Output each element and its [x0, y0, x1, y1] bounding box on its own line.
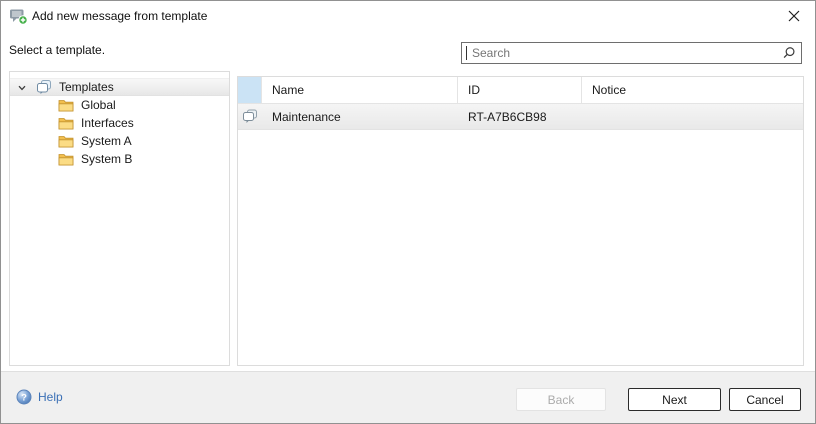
help-label: Help: [38, 390, 63, 404]
column-header-notice[interactable]: Notice: [582, 77, 803, 103]
search-box: [461, 42, 802, 64]
tree-item-label: Templates: [59, 80, 114, 94]
text-caret: [466, 46, 467, 60]
tree-item-label: Interfaces: [81, 116, 134, 130]
cancel-button[interactable]: Cancel: [729, 388, 801, 411]
row-icon-cell: [238, 104, 262, 129]
help-link[interactable]: ? Help: [16, 389, 63, 405]
dialog-title: Add new message from template: [32, 1, 207, 31]
tree-item-label: System B: [81, 152, 132, 166]
table-header: Name ID Notice: [238, 77, 803, 104]
folder-icon: [58, 99, 74, 112]
search-icon[interactable]: [782, 46, 796, 60]
tree-item-system-b[interactable]: System B: [10, 150, 229, 168]
tree-item-templates[interactable]: Templates: [10, 78, 229, 96]
close-icon: [787, 9, 801, 26]
tree-item-global[interactable]: Global: [10, 96, 229, 114]
templates-icon: [36, 79, 52, 95]
close-button[interactable]: [782, 5, 806, 29]
svg-text:?: ?: [21, 392, 27, 403]
template-file-icon: [242, 109, 258, 124]
select-template-label: Select a template.: [9, 43, 105, 57]
folder-icon: [58, 117, 74, 130]
titlebar: Add new message from template: [1, 1, 815, 31]
tree-item-label: System A: [81, 134, 132, 148]
chevron-down-icon[interactable]: [17, 82, 27, 92]
tree-item-label: Global: [81, 98, 116, 112]
folder-icon: [58, 135, 74, 148]
search-input[interactable]: [462, 43, 801, 63]
add-message-icon: [9, 8, 28, 25]
tree-item-interfaces[interactable]: Interfaces: [10, 114, 229, 132]
footer-bar: ? Help Back Next Cancel: [1, 371, 815, 423]
template-tree: Templates Global Interfaces: [9, 71, 230, 366]
add-message-dialog: Add new message from template Select a t…: [0, 0, 816, 424]
column-header-id[interactable]: ID: [458, 77, 582, 103]
next-button[interactable]: Next: [628, 388, 721, 411]
folder-icon: [58, 153, 74, 166]
back-button[interactable]: Back: [516, 388, 606, 411]
cell-name: Maintenance: [262, 104, 458, 129]
cell-notice: [582, 104, 803, 129]
template-table: Name ID Notice Maintenance RT-A7B6CB98: [237, 76, 804, 366]
selection-column-header[interactable]: [238, 77, 262, 103]
tree-item-system-a[interactable]: System A: [10, 132, 229, 150]
cell-id: RT-A7B6CB98: [458, 104, 582, 129]
help-icon: ?: [16, 389, 32, 405]
column-header-name[interactable]: Name: [262, 77, 458, 103]
table-row[interactable]: Maintenance RT-A7B6CB98: [238, 104, 803, 130]
